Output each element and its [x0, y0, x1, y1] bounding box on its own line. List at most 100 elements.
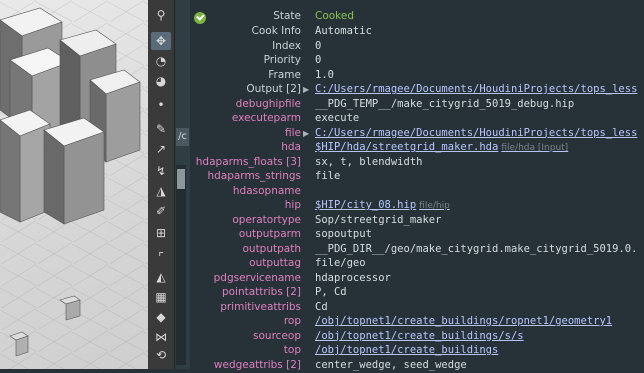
- row-value: __PDG_TEMP__/make_citygrid_5019_debug.hi…: [315, 97, 574, 112]
- row-value: file: [315, 169, 340, 184]
- row-key: executeparm: [231, 112, 301, 124]
- workitem-info-panel: State Cooked Cook Info Automatic Index 0 Pri…: [190, 0, 644, 371]
- attribute-row: debughipfile __PDG_TEMP__/make_citygrid_5…: [190, 97, 644, 112]
- sequence-icon[interactable]: ↯: [151, 162, 171, 180]
- row-value[interactable]: /obj/topnet1/create_buildings/ropnet1/ge…: [315, 314, 612, 329]
- attribute-row: pdgservicename hdaprocessor: [190, 271, 644, 286]
- row-hint: file/hda [Input]: [501, 143, 569, 153]
- row-value: sx, t, blendwidth: [315, 155, 422, 170]
- align-icon[interactable]: ⊞: [151, 224, 171, 242]
- attribute-row: primitiveattribs Cd: [190, 300, 644, 315]
- row-value: __PDG_DIR__/geo/make_citygrid.make_cityg…: [315, 242, 637, 257]
- attribute-row: top/obj/topnet1/create_buildings: [190, 343, 644, 358]
- row-key: hdaparms_strings: [207, 170, 301, 182]
- 3d-viewport[interactable]: [0, 0, 148, 369]
- row-value-text: $HIP/city_08.hip: [315, 199, 417, 211]
- row-value[interactable]: C:/Users/rmagee/Documents/HoudiniProject…: [315, 126, 637, 141]
- handle-tool-icon[interactable]: ✥: [151, 32, 171, 50]
- view-tool-icon[interactable]: ◔: [151, 52, 171, 70]
- row-value: P, Cd: [315, 285, 347, 300]
- row-key: file: [285, 126, 301, 139]
- scroll-thumb[interactable]: [177, 169, 185, 189]
- shelf-toolbar: ⚲ ✥ ◔ ◕ • ✎ ↗ ↯ ◮ ✐ ⊞ ⌜ ◭ ▦ ◆ ⋈ ⟲: [148, 0, 175, 369]
- row-key: hdasopname: [232, 184, 301, 197]
- row-value-text: $HIP/hda/streetgrid_maker.hda: [315, 141, 499, 153]
- attribute-row: outputpath __PDG_DIR__/geo/make_citygrid.…: [190, 242, 644, 257]
- row-state: State Cooked: [190, 9, 644, 24]
- row-value-text: P, Cd: [315, 286, 347, 298]
- row-value: Cd: [315, 300, 328, 315]
- row-value: sopoutput: [315, 227, 372, 242]
- row-value-text: C:/Users/rmagee/Documents/HoudiniProject…: [315, 83, 638, 95]
- row-value-text: 1.0: [315, 68, 334, 81]
- row-key: wedgeattribs [2]: [213, 358, 301, 371]
- row-value-text: 0: [315, 39, 322, 52]
- row-key: hda: [281, 141, 301, 153]
- grid-icon[interactable]: ▦: [151, 288, 171, 306]
- attribute-row: sourceop/obj/topnet1/create_buildings/s/…: [190, 329, 644, 344]
- select-tool-icon[interactable]: ⚲: [151, 6, 171, 24]
- expand-arrow-icon[interactable]: ▶: [303, 82, 313, 97]
- blend-icon[interactable]: ◮: [151, 182, 171, 200]
- row-key: pdgservicename: [213, 271, 301, 284]
- attribute-row: pointattribs [2] P, Cd: [190, 285, 644, 300]
- corner-icon[interactable]: ⌜: [151, 248, 171, 266]
- row-value-text: __PDG_DIR__/geo/make_citygrid.make_cityg…: [315, 242, 638, 255]
- attribute-row: outputparm sopoutput: [190, 227, 644, 242]
- row-value-text: hdaprocessor: [315, 271, 391, 284]
- row-value-text: execute: [315, 112, 360, 124]
- row-key: State: [273, 10, 301, 22]
- row-value[interactable]: /obj/topnet1/create_buildings: [315, 343, 498, 358]
- attribute-row: hdaparms_strings file: [190, 169, 644, 184]
- network-tab-stub[interactable]: /c: [176, 128, 189, 146]
- butterfly-icon[interactable]: ⋈: [151, 328, 171, 346]
- row-value: 0: [315, 53, 321, 68]
- row-key: Frame: [268, 68, 301, 81]
- expand-arrow-icon[interactable]: ▶: [303, 126, 313, 141]
- attribute-row: outputtag file/geo: [190, 256, 644, 271]
- row-value-text: sx, t, blendwidth: [315, 155, 423, 168]
- diamond-icon[interactable]: ◆: [151, 308, 171, 326]
- row-value-text: Automatic: [315, 25, 372, 37]
- row-value-text: sopoutput: [315, 228, 372, 240]
- snap-icon[interactable]: ⟲: [151, 346, 171, 364]
- row-value-text: Cd: [315, 300, 328, 313]
- state-value: Cooked: [315, 10, 355, 22]
- row-value[interactable]: C:/Users/rmagee/Documents/HoudiniProject…: [315, 82, 637, 97]
- brush-icon[interactable]: ↗: [151, 140, 171, 158]
- attribute-row: Output [2] ▶ C:/Users/rmagee/Documents/Hou…: [190, 82, 644, 97]
- attribute-row: Frame 1.0: [190, 68, 644, 83]
- row-value-text: Sop/streetgrid_maker: [315, 213, 442, 226]
- row-value-text: 0: [315, 54, 322, 66]
- attribute-row: hdasopname: [190, 184, 644, 199]
- row-value: hdaprocessor: [315, 271, 391, 286]
- scrollbar[interactable]: [176, 165, 186, 365]
- row-key: debughipfile: [235, 97, 301, 110]
- dot-icon[interactable]: •: [151, 96, 171, 114]
- attribute-row: operatortype Sop/streetgrid_maker: [190, 213, 644, 228]
- row-key: Index: [272, 39, 301, 52]
- row-key: hip: [284, 199, 301, 211]
- row-key: outputparm: [238, 228, 301, 240]
- attribute-row: Priority 0: [190, 53, 644, 68]
- row-value: file/geo: [315, 256, 366, 271]
- row-key: Cook Info: [251, 25, 301, 37]
- row-value: Sop/streetgrid_maker: [315, 213, 441, 228]
- paint-icon[interactable]: ✐: [151, 202, 171, 220]
- attribute-row: hip $HIP/city_08.hip file/hip: [190, 198, 644, 213]
- pencil-icon[interactable]: ✎: [151, 120, 171, 138]
- row-value-text: C:/Users/rmagee/Documents/HoudiniProject…: [315, 126, 638, 139]
- row-value-text: file: [315, 170, 341, 182]
- curve-icon[interactable]: ◭: [151, 268, 171, 286]
- row-key: hdaparms_floats [3]: [195, 155, 301, 168]
- row-value-text: /obj/topnet1/create_buildings: [315, 344, 499, 356]
- camera-tool-icon[interactable]: ◕: [151, 72, 171, 90]
- city-buildings-render: [0, 7, 141, 357]
- row-value: center_wedge, seed_wedge: [315, 358, 467, 373]
- row-value-text: __PDG_TEMP__/make_citygrid_5019_debug.hi…: [315, 97, 575, 110]
- row-key: Priority: [263, 54, 301, 66]
- row-value-text: /obj/topnet1/create_buildings/s/s: [315, 329, 524, 342]
- row-value[interactable]: /obj/topnet1/create_buildings/s/s: [315, 329, 524, 344]
- attribute-row: hdaparms_floats [3] sx, t, blendwidth: [190, 155, 644, 170]
- row-key: top: [283, 344, 301, 356]
